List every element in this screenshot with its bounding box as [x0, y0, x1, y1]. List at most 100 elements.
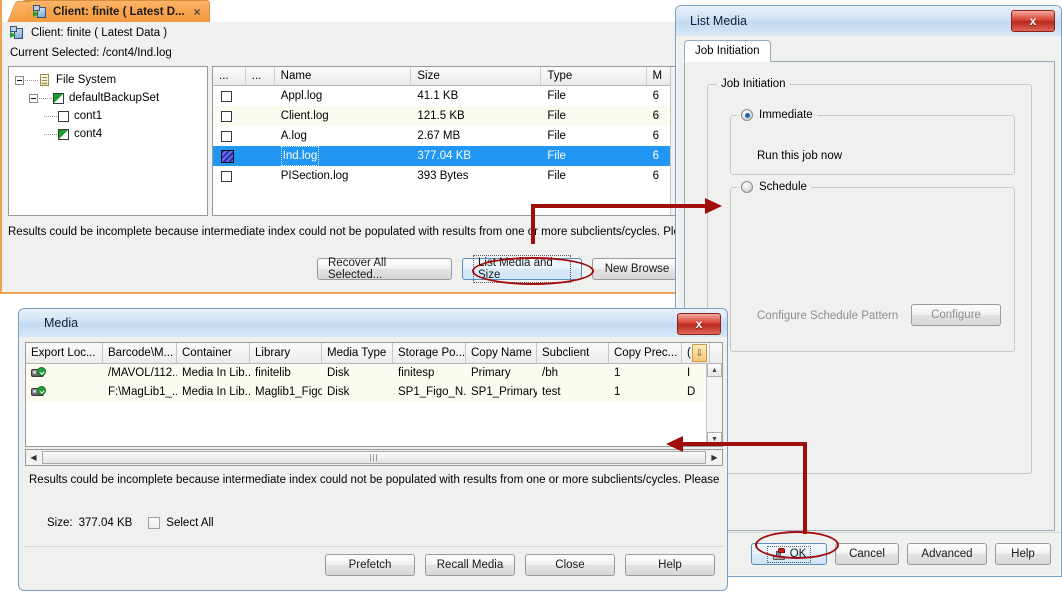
radio-immediate-icon[interactable] [741, 109, 753, 121]
column-header-name[interactable]: Name [275, 67, 412, 85]
checkbox-partial-icon[interactable] [58, 129, 69, 140]
cell-library: Maglib1_Figo [250, 383, 322, 402]
scroll-right-icon[interactable]: ▶ [707, 450, 722, 465]
tree-node-file-system[interactable]: File System [9, 67, 207, 89]
radio-schedule-icon[interactable] [741, 181, 753, 193]
checkbox-empty-icon[interactable] [221, 111, 232, 122]
row-icon-cell [246, 86, 275, 106]
row-checkbox-cell[interactable] [213, 106, 246, 126]
column-header-copy-precedence[interactable]: Copy Prec... [609, 343, 682, 363]
table-row[interactable]: A.log 2.67 MB File 6 [213, 126, 685, 146]
table-row[interactable]: Appl.log 41.1 KB File 6 [213, 86, 685, 106]
checkbox-empty-icon[interactable] [58, 111, 69, 122]
help-button[interactable]: Help [625, 554, 715, 576]
checkbox-empty-icon[interactable] [221, 91, 232, 102]
cell-barcode: F:\MagLib1_... [103, 383, 177, 402]
cell-name: PISection.log [275, 166, 412, 186]
column-header-copy-name[interactable]: Copy Name [466, 343, 537, 363]
media-table-vertical-scrollbar[interactable]: ▲ ▼ [706, 363, 722, 446]
list-media-and-size-button[interactable]: List Media and Size [462, 258, 582, 280]
file-list-table[interactable]: ... ... Name Size Type M Appl.log 41.1 K… [212, 66, 686, 216]
tree-connector [44, 133, 57, 135]
list-media-button-bar: OK Cancel Advanced Help [751, 543, 1051, 565]
size-value: 377.04 KB [79, 517, 133, 529]
column-header-barcode[interactable]: Barcode\M... [103, 343, 177, 363]
cell-container: Media In Lib... [177, 364, 250, 383]
new-browse-button[interactable]: New Browse [592, 258, 682, 280]
prefetch-button[interactable]: Prefetch [325, 554, 415, 576]
checkbox-empty-icon[interactable] [221, 131, 232, 142]
close-button[interactable]: Close [525, 554, 615, 576]
media-button-bar: Prefetch Recall Media Close Help [325, 554, 715, 576]
row-checkbox-cell[interactable] [213, 146, 246, 166]
media-table-horizontal-scrollbar[interactable]: ◀ ||| ▶ [25, 449, 723, 466]
cell-name: Ind.log [275, 146, 412, 166]
ok-button[interactable]: OK [751, 543, 827, 565]
file-system-tree[interactable]: File System defaultBackupSet cont1 cont4 [8, 66, 208, 216]
table-row[interactable]: PISection.log 393 Bytes File 6 [213, 166, 685, 186]
stamp-icon [772, 548, 786, 561]
tree-node-cont1[interactable]: cont1 [9, 107, 207, 125]
tree-node-label: cont1 [74, 110, 102, 122]
collapse-icon[interactable] [15, 76, 24, 85]
scroll-down-icon[interactable]: ▼ [707, 432, 722, 446]
row-checkbox-cell[interactable] [213, 126, 246, 146]
list-media-dialog: List Media x Job Initiation Job Initiati… [675, 5, 1062, 577]
column-header-export-location[interactable]: Export Loc... [26, 343, 103, 363]
job-initiation-group-title: Job Initiation [717, 78, 790, 90]
scroll-up-icon[interactable]: ▲ [707, 363, 722, 377]
column-header-type[interactable]: Type [541, 67, 646, 85]
recover-all-selected-button[interactable]: Recover All Selected... [317, 258, 452, 280]
help-button[interactable]: Help [995, 543, 1051, 565]
column-chooser-icon[interactable]: ⇩ [692, 344, 707, 362]
tab-job-initiation[interactable]: Job Initiation [684, 40, 771, 62]
row-icon-cell [246, 126, 275, 146]
row-checkbox-cell[interactable] [213, 166, 246, 186]
tab-client-finite[interactable]: Client: finite ( Latest D... × [22, 0, 210, 22]
schedule-radio-row[interactable]: Schedule [737, 181, 811, 193]
cell-container: Media In Lib... [177, 383, 250, 402]
column-header-check[interactable]: ... [213, 67, 246, 85]
close-icon[interactable]: x [677, 313, 721, 335]
column-header-icon[interactable]: ... [246, 67, 275, 85]
close-icon[interactable]: × [194, 6, 201, 18]
collapse-icon[interactable] [29, 94, 38, 103]
row-icon-cell [246, 166, 275, 186]
cell-name-text: Ind.log [281, 146, 320, 166]
checkbox-empty-icon[interactable] [221, 171, 232, 182]
scrollbar-thumb[interactable]: ||| [42, 451, 706, 464]
advanced-button[interactable]: Advanced [907, 543, 987, 565]
column-header-media-type[interactable]: Media Type [322, 343, 393, 363]
immediate-radio-row[interactable]: Immediate [737, 109, 817, 121]
select-all-checkbox[interactable] [148, 517, 160, 529]
checkbox-hatched-icon[interactable] [221, 150, 234, 163]
column-header-subclient[interactable]: Subclient [537, 343, 609, 363]
media-table[interactable]: Export Loc... Barcode\M... Container Lib… [25, 342, 723, 447]
column-header-container[interactable]: Container [177, 343, 250, 363]
cell-size: 2.67 MB [411, 126, 541, 146]
checkbox-partial-icon[interactable] [53, 93, 64, 104]
column-header-library[interactable]: Library [250, 343, 322, 363]
table-row[interactable]: /MAVOL/112... Media In Lib... finitelib … [26, 364, 722, 383]
column-header-storage-policy[interactable]: Storage Po... [393, 343, 466, 363]
table-row-selected[interactable]: Ind.log 377.04 KB File 6 [213, 146, 685, 166]
recall-media-button[interactable]: Recall Media [425, 554, 515, 576]
table-row[interactable]: Client.log 121.5 KB File 6 [213, 106, 685, 126]
tree-node-label: defaultBackupSet [69, 92, 159, 104]
ok-inner: OK [767, 546, 812, 563]
file-table-header: ... ... Name Size Type M [213, 67, 685, 86]
cell-type: File [541, 106, 646, 126]
tree-node-defaultbackupset[interactable]: defaultBackupSet [9, 89, 207, 107]
tree-node-cont4[interactable]: cont4 [9, 125, 207, 143]
scroll-left-icon[interactable]: ◀ [26, 450, 41, 465]
row-icon-cell [246, 146, 275, 166]
table-row[interactable]: F:\MagLib1_... Media In Lib... Maglib1_F… [26, 383, 722, 402]
close-icon[interactable]: x [1011, 10, 1055, 32]
cancel-button[interactable]: Cancel [835, 543, 899, 565]
column-header-size[interactable]: Size [411, 67, 541, 85]
row-checkbox-cell[interactable] [213, 86, 246, 106]
cell-barcode: /MAVOL/112... [103, 364, 177, 383]
ok-label: OK [790, 548, 807, 560]
cell-storage-policy: SP1_Figo_N... [393, 383, 466, 402]
schedule-groupbox [730, 187, 1015, 352]
